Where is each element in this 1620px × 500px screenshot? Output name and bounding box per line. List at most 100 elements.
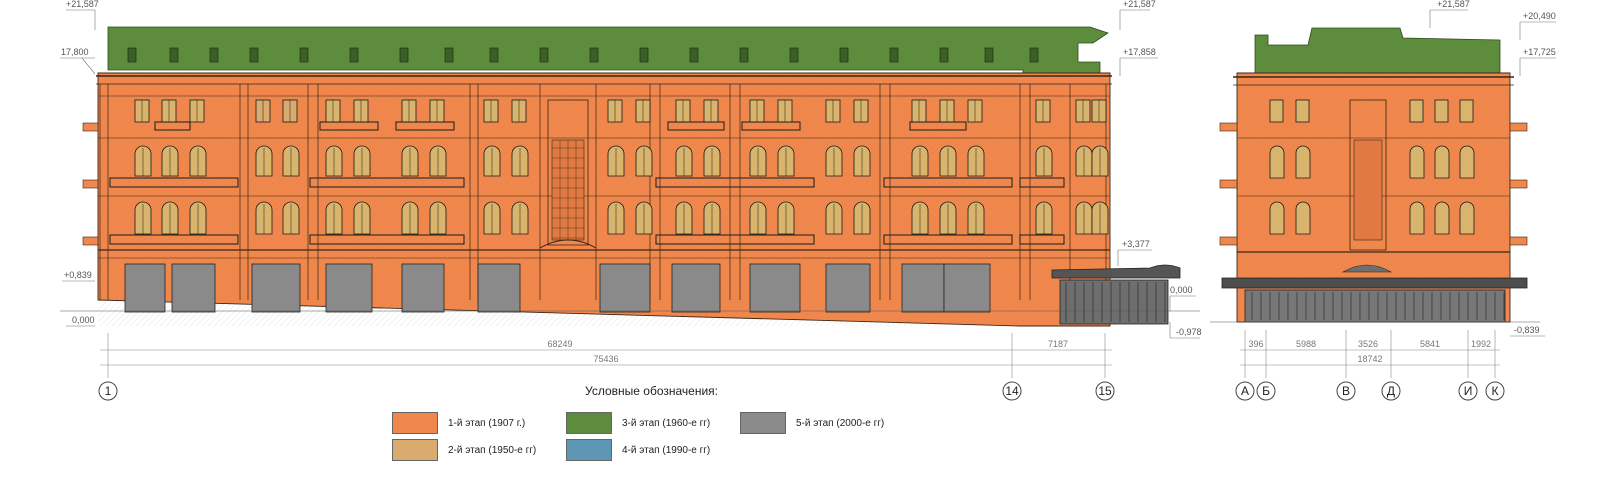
window [325,99,341,123]
roof-window [839,47,849,63]
window [1075,145,1093,177]
window [1434,201,1450,235]
axis-bubble: Б [1256,381,1276,401]
roof-window [789,47,799,63]
window [255,201,273,235]
window [282,145,300,177]
svg-text:1: 1 [105,384,112,398]
window [825,99,841,123]
dimension-lines [100,330,1500,378]
window [429,99,445,123]
window [134,99,150,123]
level-label: -0,978 [1176,327,1202,337]
level-mark: -0,978 [1169,322,1202,339]
axis-bubble: В [1336,381,1356,401]
window [939,99,955,123]
window [675,99,691,123]
window [255,145,273,177]
dimension-1992: 1992 [1471,339,1491,349]
window [967,145,985,177]
legend-label: 3-й этап (1960-е гг) [622,417,711,429]
roof-window [689,47,699,63]
level-mark: +17,858 [1119,47,1158,76]
level-label: +21,587 [1123,0,1156,9]
level-mark: 17,800 [60,47,96,75]
window [703,99,719,123]
window [429,145,447,177]
window [353,201,371,235]
dimension-68249: 68249 [547,339,572,349]
window [749,99,765,123]
level-label: +20,490 [1523,11,1556,21]
window [911,145,929,177]
window [1091,99,1107,123]
axis-bubble: Д [1381,381,1401,401]
window [483,99,499,123]
axis-bubble: А [1235,381,1255,401]
axis-bubbles: 1 14 15 А Б В Д И К [98,381,1505,401]
level-label: 17,800 [61,47,89,57]
level-mark: +21,587 [1119,0,1156,30]
level-label: +17,725 [1523,47,1556,57]
shop-front [599,263,651,313]
window [1295,99,1310,123]
window [1434,145,1450,179]
axis-bubble: 15 [1095,381,1115,401]
level-label: -0,839 [1514,325,1540,335]
axis-bubble: 1 [98,381,118,401]
side-facade [1219,27,1528,323]
legend-label: 4-й этап (1990-е гг) [622,444,711,456]
legend-item-stage5: 5-й этап (2000-е гг) [740,412,884,434]
window [134,145,152,177]
window [401,201,419,235]
svg-text:15: 15 [1098,384,1112,398]
window [635,145,653,177]
window [1409,201,1425,235]
window [1269,201,1285,235]
window [703,201,721,235]
roof-window [399,47,409,63]
window [853,145,871,177]
window [635,201,653,235]
window [511,201,529,235]
level-mark: +0,839 [62,270,95,282]
window [189,145,207,177]
level-mark: +17,725 [1519,47,1556,76]
window [777,145,795,177]
window [749,201,767,235]
window [511,145,529,177]
level-mark: +20,490 [1519,11,1556,40]
window [325,201,343,235]
roof-window [889,47,899,63]
roof-window [1029,47,1039,63]
level-mark: +3,377 [1117,239,1152,266]
window [483,201,501,235]
level-label: +17,858 [1123,47,1156,57]
window [1269,99,1284,123]
window [353,145,371,177]
roof-window [939,47,949,63]
roof-window [984,47,994,63]
window [853,201,871,235]
shop-front [124,263,166,313]
shop-front [943,263,991,313]
window [353,99,369,123]
legend-title: Условные обозначения: [585,384,718,398]
shop-front [401,263,445,313]
legend-swatch [392,412,438,434]
shop-front [171,263,216,313]
level-mark: 0,000 [66,315,95,327]
roof-window [209,47,219,63]
window [939,201,957,235]
svg-text:А: А [1241,384,1249,398]
window [1459,145,1475,179]
legend-label: 2-й этап (1950-е гг) [448,444,537,456]
level-label: +3,377 [1122,239,1150,249]
window [134,201,152,235]
window [282,201,300,235]
window [255,99,271,123]
window [511,99,527,123]
roof-window [249,47,259,63]
roof-window [299,47,309,63]
main-canopy [1051,264,1181,325]
